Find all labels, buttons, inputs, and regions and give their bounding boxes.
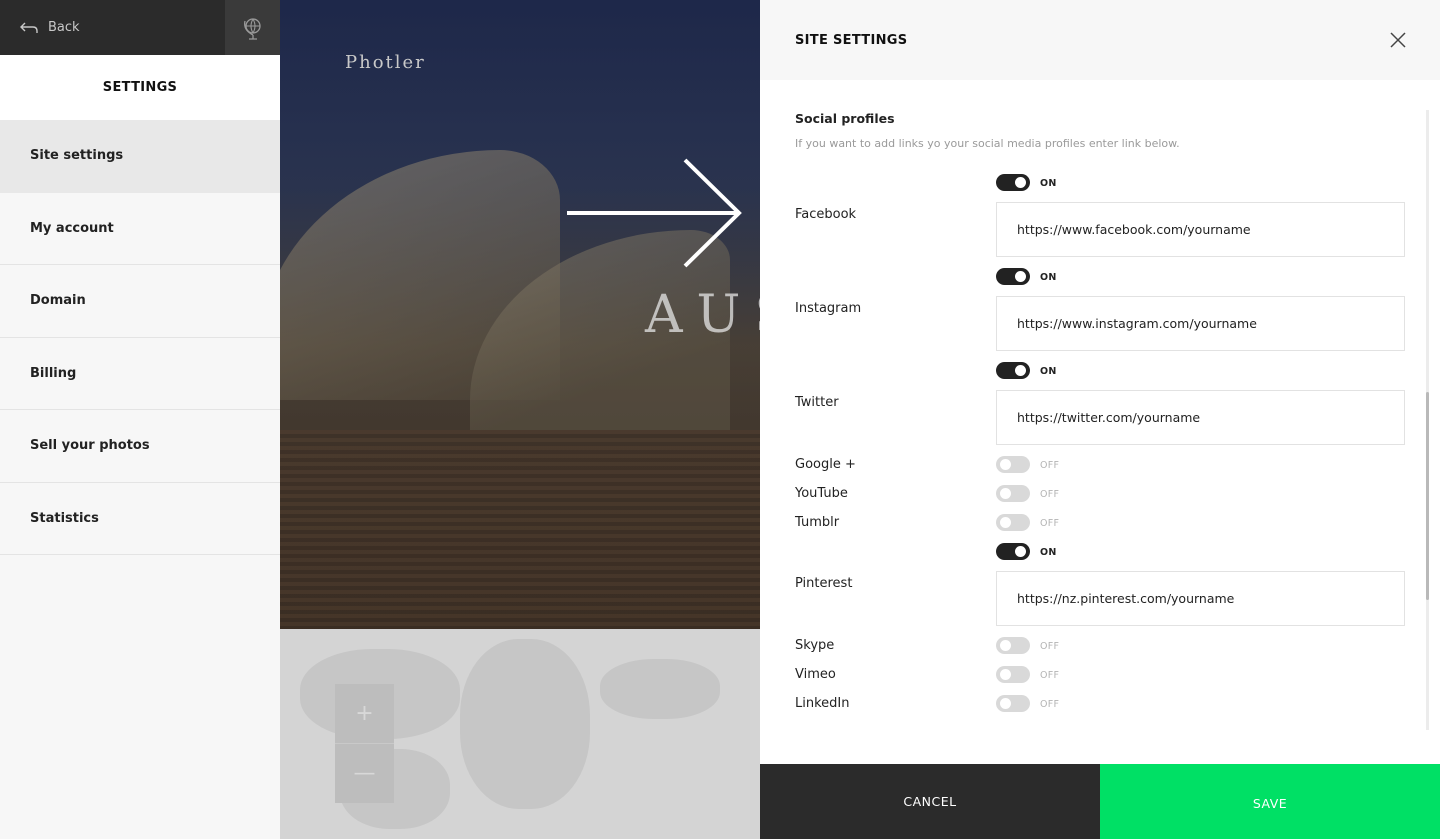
zoom-in-button[interactable]: + <box>335 684 394 743</box>
toggle-knob <box>1015 365 1026 376</box>
toggle-knob <box>1015 546 1026 557</box>
save-button[interactable]: SAVE <box>1100 764 1440 839</box>
toggle-knob <box>1000 640 1011 651</box>
toggle-state-twitter: ON <box>1040 366 1057 377</box>
toggle-state-linkedin: OFF <box>1040 699 1060 710</box>
hero-title: AUS <box>645 285 760 345</box>
label-facebook: Facebook <box>795 207 857 222</box>
label-linkedin: LinkedIn <box>795 696 850 711</box>
toggle-google-plus[interactable] <box>996 456 1030 473</box>
label-pinterest: Pinterest <box>795 576 853 591</box>
zoom-out-button[interactable]: — <box>335 743 394 802</box>
toggle-state-google-plus: OFF <box>1040 460 1060 471</box>
toggle-tumblr[interactable] <box>996 514 1030 531</box>
toggle-youtube[interactable] <box>996 485 1030 502</box>
toggle-twitter[interactable] <box>996 362 1030 379</box>
label-twitter: Twitter <box>795 395 839 410</box>
toggle-state-youtube: OFF <box>1040 489 1060 500</box>
toggle-state-skype: OFF <box>1040 641 1060 652</box>
sidebar-item-sell-your-photos[interactable]: Sell your photos <box>0 410 280 483</box>
instagram-url-input[interactable] <box>996 296 1405 351</box>
site-settings-panel: SITE SETTINGS Social profiles If you wan… <box>760 0 1440 839</box>
close-icon[interactable] <box>1388 30 1408 50</box>
twitter-url-input[interactable] <box>996 390 1405 445</box>
globe-button[interactable] <box>225 0 280 55</box>
toggle-knob <box>1000 488 1011 499</box>
toggle-linkedin[interactable] <box>996 695 1030 712</box>
sidebar-topbar: Back <box>0 0 280 55</box>
panel-title: SITE SETTINGS <box>795 32 908 48</box>
pinterest-url-input[interactable] <box>996 571 1405 626</box>
sidebar-item-domain[interactable]: Domain <box>0 265 280 338</box>
map-landmass <box>600 659 720 719</box>
arrow-left-icon <box>20 22 38 33</box>
sidebar-item-my-account[interactable]: My account <box>0 192 280 265</box>
toggle-knob <box>1000 459 1011 470</box>
toggle-state-tumblr: OFF <box>1040 518 1060 529</box>
toggle-skype[interactable] <box>996 637 1030 654</box>
toggle-state-pinterest: ON <box>1040 547 1057 558</box>
toggle-pinterest[interactable] <box>996 543 1030 560</box>
site-preview: Photler AUS + — <box>280 0 760 839</box>
label-skype: Skype <box>795 638 835 653</box>
site-brand: Photler <box>345 52 426 73</box>
map-landmass <box>460 639 590 809</box>
toggle-state-vimeo: OFF <box>1040 670 1060 681</box>
hero-photo: Photler AUS <box>280 0 760 629</box>
label-youtube: YouTube <box>795 486 848 501</box>
panel-body: Social profiles If you want to add links… <box>760 80 1440 764</box>
panel-header: SITE SETTINGS <box>760 0 1440 80</box>
label-tumblr: Tumblr <box>795 515 840 530</box>
label-google-plus: Google + <box>795 457 856 472</box>
section-title: Social profiles <box>795 111 895 126</box>
sidebar-item-billing[interactable]: Billing <box>0 337 280 410</box>
sidebar-item-statistics[interactable]: Statistics <box>0 482 280 555</box>
toggle-knob <box>1000 698 1011 709</box>
opera-house-steps <box>280 430 760 629</box>
scrollbar-thumb[interactable] <box>1426 392 1429 600</box>
sidebar-item-site-settings[interactable]: Site settings <box>0 120 280 193</box>
sidebar-menu: Site settings My account Domain Billing … <box>0 120 280 555</box>
toggle-facebook[interactable] <box>996 174 1030 191</box>
arrow-right-icon <box>567 158 742 268</box>
back-label: Back <box>48 20 80 35</box>
toggle-state-facebook: ON <box>1040 178 1057 189</box>
facebook-url-input[interactable] <box>996 202 1405 257</box>
toggle-state-instagram: ON <box>1040 272 1057 283</box>
toggle-instagram[interactable] <box>996 268 1030 285</box>
sidebar-title: SETTINGS <box>0 55 280 120</box>
back-button[interactable]: Back <box>0 0 225 55</box>
section-description: If you want to add links yo your social … <box>795 137 1180 150</box>
toggle-knob <box>1015 177 1026 188</box>
settings-sidebar: Back SETTINGS Site settings My account D… <box>0 0 280 839</box>
globe-icon <box>243 17 261 40</box>
toggle-knob <box>1015 271 1026 282</box>
label-vimeo: Vimeo <box>795 667 836 682</box>
map-zoom-controls: + — <box>335 684 394 803</box>
toggle-vimeo[interactable] <box>996 666 1030 683</box>
cancel-button[interactable]: CANCEL <box>760 764 1100 839</box>
toggle-knob <box>1000 517 1011 528</box>
panel-footer: CANCEL SAVE <box>760 764 1440 839</box>
label-instagram: Instagram <box>795 301 862 316</box>
toggle-knob <box>1000 669 1011 680</box>
